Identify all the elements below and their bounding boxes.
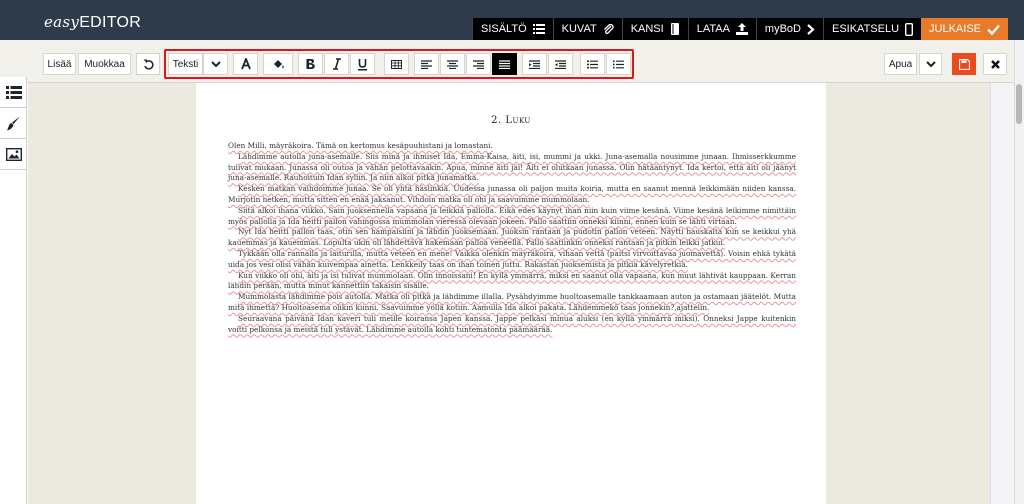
paragraph[interactable]: Seuraavana päivänä Idan kaveri tuli meil…	[228, 314, 796, 336]
help-dropdown-button[interactable]	[919, 53, 942, 75]
fill-color-button[interactable]	[263, 53, 293, 75]
nav-esikatselu-label: ESIKATSELU	[831, 23, 900, 35]
indent-button[interactable]	[522, 53, 547, 75]
check-icon	[987, 24, 1000, 35]
phone-icon	[905, 22, 914, 36]
paragraph[interactable]: Siitä alkoi ihana viikko. Sain juoksenne…	[228, 206, 796, 228]
numbered-list-button[interactable]	[606, 53, 631, 75]
list-icon	[532, 24, 545, 34]
document-page[interactable]: 2. Luku Olen Milli, mäyräkoira. Tämä on …	[196, 83, 826, 504]
outdent-button[interactable]	[548, 53, 573, 75]
indent-icon	[529, 59, 540, 69]
paragraph[interactable]: Mummolasta lähdimme pois autolla. Matka …	[228, 292, 796, 314]
table-button[interactable]	[384, 53, 409, 75]
style-dropdown-button[interactable]	[203, 53, 228, 75]
nav-kansi-label: KANSI	[630, 23, 664, 35]
chapter-title: Luku	[505, 115, 531, 126]
book-icon	[670, 23, 679, 35]
nav-kuvat-button[interactable]: KUVAT	[552, 18, 622, 40]
right-panel	[990, 83, 1014, 504]
bullet-list-icon	[587, 59, 598, 69]
top-bar: easyEDITOR SISÄLTÖ KUVAT KANSI LATAA myB…	[0, 0, 1024, 40]
paragraph[interactable]: Kun viikko oli ohi, äiti ja isi tulivat …	[228, 271, 796, 293]
chapter-heading: 2. Luku	[196, 115, 826, 126]
bold-button[interactable]	[298, 53, 323, 75]
rail-images-button[interactable]	[0, 139, 27, 170]
scrollbar-thumb[interactable]	[1016, 84, 1022, 124]
chevron-right-icon	[807, 23, 815, 35]
rail-style-button[interactable]	[0, 108, 27, 139]
paragraph[interactable]: Olen Milli, mäyräkoira. Tämä on kertomus…	[228, 141, 796, 152]
rail-contents-button[interactable]	[0, 77, 27, 108]
save-button[interactable]	[952, 53, 976, 75]
logo-prefix: easy	[44, 13, 80, 31]
paragraph[interactable]: Lähdimme autolla juna-asemalle. Siis min…	[228, 152, 796, 184]
add-button[interactable]: Lisää	[43, 53, 76, 75]
paint-bucket-icon	[273, 60, 284, 69]
chevron-down-icon	[925, 60, 936, 67]
italic-icon	[332, 58, 341, 70]
align-right-icon	[473, 59, 484, 69]
chapter-number: 2.	[491, 115, 502, 126]
nav-julkaise-button[interactable]: JULKAISE	[921, 18, 1008, 40]
nav-sisalto-button[interactable]: SISÄLTÖ	[471, 18, 553, 40]
italic-button[interactable]	[324, 53, 349, 75]
app-logo[interactable]: easyEDITOR	[44, 13, 141, 32]
font-color-icon	[240, 58, 251, 70]
nav-mybod-button[interactable]: myBoD	[755, 18, 823, 40]
text-style-select[interactable]: Teksti	[168, 53, 203, 75]
document-body[interactable]: Olen Milli, mäyräkoira. Tämä on kertomus…	[228, 141, 796, 335]
brush-icon	[7, 116, 20, 130]
paragraph[interactable]: Kesken matkan vaihdoimme junaa. Se oli y…	[228, 184, 796, 206]
align-center-icon	[447, 59, 458, 69]
nav-julkaise-label: JULKAISE	[929, 23, 981, 35]
paragraph[interactable]: Nyt Ida heitti pallon taas, otin sen ham…	[228, 227, 796, 249]
nav-esikatselu-button[interactable]: ESIKATSELU	[822, 18, 922, 40]
paragraph[interactable]: Tykkään olla rannalla ja laiturilla, mut…	[228, 249, 796, 271]
undo-button[interactable]	[136, 53, 160, 75]
underline-icon	[358, 58, 367, 70]
close-icon	[990, 59, 1000, 69]
chevron-down-icon	[210, 60, 221, 67]
align-right-button[interactable]	[466, 53, 491, 75]
align-left-icon	[421, 59, 432, 69]
nav-lataa-label: LATAA	[696, 23, 730, 35]
table-icon	[391, 59, 402, 69]
image-icon	[5, 147, 22, 161]
numbered-list-icon	[613, 60, 624, 68]
align-justify-icon	[499, 59, 510, 69]
bold-icon	[306, 59, 315, 69]
attach-icon	[603, 23, 614, 34]
font-color-button[interactable]	[233, 53, 258, 75]
logo-suffix: EDITOR	[79, 14, 142, 31]
nav-kansi-button[interactable]: KANSI	[621, 18, 688, 40]
underline-button[interactable]	[350, 53, 375, 75]
bullet-list-button[interactable]	[580, 53, 605, 75]
help-select[interactable]: Apua	[884, 53, 917, 75]
align-left-button[interactable]	[414, 53, 439, 75]
outdent-icon	[555, 59, 566, 69]
edit-button[interactable]: Muokkaa	[78, 53, 131, 75]
nav-mybod-label: myBoD	[764, 23, 801, 35]
close-button[interactable]	[983, 53, 1007, 75]
nav-sisalto-label: SISÄLTÖ	[480, 23, 527, 35]
undo-icon	[143, 59, 154, 70]
align-justify-button[interactable]	[492, 53, 517, 75]
upload-icon	[735, 23, 748, 35]
list-icon	[5, 85, 22, 99]
top-nav: SISÄLTÖ KUVAT KANSI LATAA myBoD ESIKATSE…	[471, 18, 1008, 40]
save-icon	[958, 58, 970, 70]
align-center-button[interactable]	[440, 53, 465, 75]
nav-kuvat-label: KUVAT	[561, 23, 597, 35]
nav-lataa-button[interactable]: LATAA	[687, 18, 756, 40]
